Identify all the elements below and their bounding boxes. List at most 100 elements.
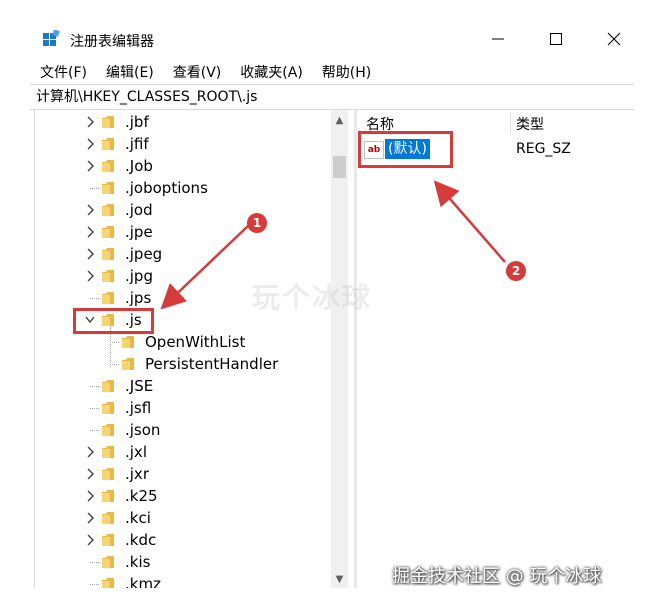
tree-item[interactable]: .jfif (35, 133, 335, 155)
folder-icon (102, 446, 114, 458)
chevron-right-icon[interactable] (83, 111, 97, 133)
tree-item-label: .jpe (125, 223, 153, 241)
address-bar[interactable]: 计算机\HKEY_CLASSES_ROOT\.js (30, 84, 634, 110)
chevron-right-icon[interactable] (83, 441, 97, 463)
tree-child-item[interactable]: PersistentHandler (35, 353, 335, 375)
folder-icon (102, 270, 114, 282)
close-button[interactable] (600, 27, 628, 51)
tree-item[interactable]: .joboptions (35, 177, 335, 199)
chevron-right-icon[interactable] (83, 485, 97, 507)
watermark-center: 玩个冰球 (252, 281, 373, 314)
menu-favorites[interactable]: 收藏夹(A) (230, 58, 312, 84)
tree-item-label: .jsfl (125, 399, 152, 417)
menu-edit[interactable]: 编辑(E) (96, 58, 163, 84)
tree-item-label: .kci (125, 509, 151, 527)
scroll-down-arrow-icon[interactable]: ▼ (331, 571, 348, 588)
value-type: REG_SZ (516, 141, 571, 157)
tree-item[interactable]: .jpeg (35, 243, 335, 265)
tree-child-item[interactable]: OpenWithList (35, 331, 335, 353)
folder-icon (102, 226, 114, 238)
folder-icon (102, 490, 114, 502)
folder-icon (102, 204, 114, 216)
tree-guide-line (110, 364, 119, 365)
tree-item-label: .jfif (125, 135, 149, 153)
window-title: 注册表编辑器 (70, 34, 154, 50)
tree-scrollbar[interactable]: ▲ ▼ (331, 110, 348, 588)
key-tree[interactable]: .jbf .jfif .Job .joboptions .jod .jpe .jpeg .jp… (34, 110, 355, 588)
chevron-right-icon[interactable] (83, 221, 97, 243)
chevron-right-icon[interactable] (83, 507, 97, 529)
maximize-button[interactable] (542, 27, 570, 51)
tree-item[interactable]: .jxr (35, 463, 335, 485)
chevron-right-icon[interactable] (83, 155, 97, 177)
tree-item-label: PersistentHandler (145, 355, 279, 373)
minimize-icon (492, 38, 504, 40)
tree-item[interactable]: .json (35, 419, 335, 441)
tree-item[interactable]: .jsfl (35, 397, 335, 419)
menu-bar: 文件(F) 编辑(E) 查看(V) 收藏夹(A) 帮助(H) (30, 58, 630, 84)
scroll-thumb[interactable] (333, 156, 346, 178)
annotation-badge-1: 1 (247, 213, 267, 233)
scroll-up-arrow-icon[interactable]: ▲ (331, 112, 348, 129)
tree-item[interactable]: .k25 (35, 485, 335, 507)
tree-item-label: .JSE (125, 377, 154, 395)
chevron-right-icon[interactable] (83, 199, 97, 221)
tree-guide-line (90, 408, 99, 409)
tree-item[interactable]: .Job (35, 155, 335, 177)
folder-icon (102, 182, 114, 194)
tree-item[interactable]: .kci (35, 507, 335, 529)
folder-icon (102, 534, 114, 546)
tree-guide-line (90, 188, 99, 189)
folder-icon (102, 512, 114, 524)
value-list: 名称 类型 ab (默认) REG_SZ (358, 110, 630, 588)
maximize-icon (550, 33, 562, 45)
folder-icon (102, 556, 114, 568)
tree-item-label: .jpeg (125, 245, 163, 263)
chevron-right-icon[interactable] (83, 243, 97, 265)
menu-help[interactable]: 帮助(H) (312, 58, 380, 84)
folder-icon (102, 116, 114, 128)
tree-item[interactable]: .kmz (35, 573, 335, 588)
tree-item-label: .kdc (125, 531, 157, 549)
annotation-badge-2: 2 (506, 261, 526, 281)
tree-item-label: .jxr (125, 465, 149, 483)
menu-view[interactable]: 查看(V) (163, 58, 231, 84)
tree-item[interactable]: .jxl (35, 441, 335, 463)
tree-item[interactable]: .kdc (35, 529, 335, 551)
chevron-right-icon[interactable] (83, 529, 97, 551)
folder-icon (102, 292, 114, 304)
watermark-corner: 掘金技术社区 @ 玩个冰球 (392, 566, 602, 587)
folder-icon (102, 138, 114, 150)
chevron-right-icon[interactable] (83, 463, 97, 485)
menu-file[interactable]: 文件(F) (30, 58, 96, 84)
column-separator[interactable] (510, 112, 511, 134)
tree-guide-line (90, 430, 99, 431)
folder-icon (102, 380, 114, 392)
folder-icon (102, 424, 114, 436)
chevron-right-icon[interactable] (83, 265, 97, 287)
column-header-type[interactable]: 类型 (516, 114, 544, 134)
tree-item[interactable]: .kis (35, 551, 335, 573)
regedit-icon (43, 30, 60, 46)
tree-guide-line (90, 386, 99, 387)
tree-item-label: .Job (125, 157, 153, 175)
folder-icon (122, 336, 134, 348)
tree-item-label: .json (125, 421, 161, 439)
tree-item-label: .kmz (125, 575, 161, 588)
annotation-box-default-value (358, 131, 453, 168)
tree-item-label: .jpg (125, 267, 153, 285)
close-icon (607, 32, 621, 46)
tree-item[interactable]: .jpe (35, 221, 335, 243)
tree-guide-line (90, 298, 99, 299)
folder-icon (122, 358, 134, 370)
pane-splitter[interactable] (354, 110, 357, 588)
tree-item-label: OpenWithList (145, 333, 246, 351)
tree-item[interactable]: .JSE (35, 375, 335, 397)
chevron-right-icon[interactable] (83, 133, 97, 155)
registry-editor-window: 注册表编辑器 文件(F) 编辑(E) 查看(V) 收藏夹(A) 帮助(H) 计算… (0, 0, 663, 605)
tree-guide-line (110, 342, 119, 343)
folder-icon (102, 402, 114, 414)
tree-item[interactable]: .jbf (35, 111, 335, 133)
tree-item[interactable]: .jod (35, 199, 335, 221)
minimize-button[interactable] (484, 27, 512, 51)
